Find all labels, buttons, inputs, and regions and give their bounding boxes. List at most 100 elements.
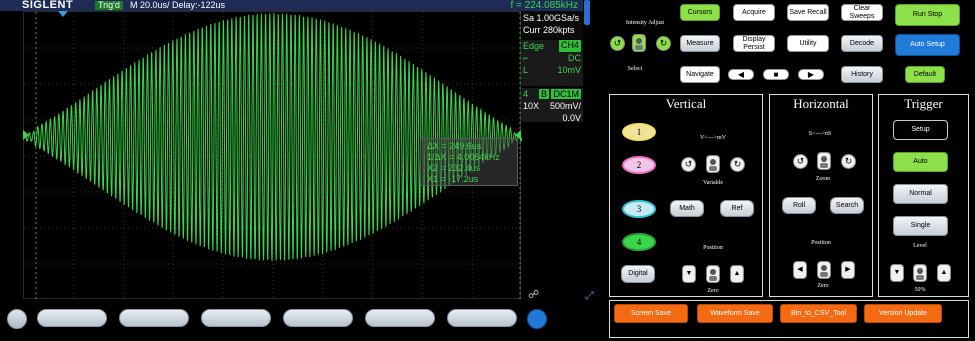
softkey-3[interactable] — [201, 309, 271, 327]
vertical-position-knob[interactable] — [706, 265, 720, 283]
cursors-button[interactable]: Cursors — [680, 4, 720, 21]
trigger-level-percent: 50% — [914, 287, 926, 293]
softkey-4[interactable] — [283, 309, 353, 327]
info-sidebar: Sa 1.00GSa/s Curr 280kpts Edge CH4 ⌐ DC L 1… — [521, 11, 583, 123]
navigate-button[interactable]: Navigate — [680, 66, 720, 83]
vertical-scale-ccw-button[interactable]: ↺ — [681, 157, 696, 172]
horizontal-position-left-button[interactable]: ◀ — [793, 261, 807, 279]
intensity-cw-button[interactable]: ↻ — [656, 36, 671, 51]
vertical-scale-cw-button[interactable]: ↻ — [730, 157, 745, 172]
memory-depth: Curr 280kpts — [523, 25, 575, 35]
vertical-position-down-button[interactable]: ▼ — [682, 265, 696, 283]
channel-4-button[interactable]: 4 — [622, 233, 656, 251]
screen-save-button[interactable]: Screen Save — [614, 304, 688, 323]
softkey-menu-toggle[interactable] — [7, 309, 27, 329]
timebase-readout[interactable]: M 20.0us/ Delay:-122us — [130, 0, 225, 11]
channel-number: 4 — [523, 89, 529, 99]
cursor-x1: X1 = -17.2us — [427, 174, 479, 184]
acquisition-info[interactable]: Sa 1.00GSa/s Curr 280kpts — [521, 11, 583, 39]
horizontal-scale-label: S<--->nS — [808, 131, 832, 137]
waveform-trace — [24, 12, 522, 262]
trigger-level-value: 10mV — [557, 65, 581, 75]
select-label: Select — [627, 66, 643, 72]
softkey-5[interactable] — [365, 309, 435, 327]
trigger-position-marker[interactable] — [58, 11, 68, 17]
horizontal-scale-knob[interactable] — [817, 152, 831, 170]
trigger-info-panel[interactable]: Edge CH4 ⌐ DC L 10mV — [521, 40, 583, 86]
trigger-level-knob[interactable] — [913, 264, 927, 282]
ref-button[interactable]: Ref — [720, 200, 754, 217]
probe-ratio: 10X — [523, 101, 540, 111]
trigger-normal-button[interactable]: Normal — [893, 184, 948, 204]
rising-edge-icon: ⌐ — [523, 53, 529, 63]
channel-offset-marker[interactable] — [23, 130, 29, 140]
coupling-badge: DC1M — [551, 89, 581, 99]
vertical-scale: 500mV/ — [549, 101, 581, 111]
measure-button[interactable]: Measure — [680, 35, 720, 52]
network-icon: ☍ — [528, 289, 540, 301]
vertical-scale-knob[interactable] — [706, 155, 720, 173]
roll-button[interactable]: Roll — [782, 197, 816, 214]
save-recall-button[interactable]: Save Recall — [787, 4, 829, 21]
bin-to-csv-button[interactable]: Bin_to_CSV_Tool — [780, 304, 857, 323]
digital-button[interactable]: Digital — [621, 265, 655, 283]
intensity-knob[interactable] — [632, 34, 646, 52]
navigate-back-button[interactable]: ◀ — [728, 69, 754, 80]
default-button[interactable]: Default — [905, 66, 945, 83]
history-button[interactable]: History — [841, 66, 883, 83]
trigger-source: CH4 — [558, 40, 581, 52]
navigate-stop-button[interactable]: ■ — [763, 69, 789, 80]
trigger-setup-button[interactable]: Setup — [893, 120, 948, 140]
trigger-level-label-ctl: Level — [913, 243, 927, 249]
auto-setup-button[interactable]: Auto Setup — [895, 34, 960, 56]
softkey-2[interactable] — [119, 309, 189, 327]
trigger-level-up-button[interactable]: ▲ — [937, 264, 951, 282]
frequency-counter: f = 224.085kHz — [510, 0, 578, 11]
cursor-delta-x: ΔX = 249.6us — [427, 141, 482, 151]
vertical-offset: 0.0V — [562, 113, 581, 123]
scrollbar[interactable] — [584, 0, 590, 25]
oscilloscope-app: SIGLENT Trig'd M 20.0us/ Delay:-122us f … — [0, 0, 975, 341]
trigger-coupling: DC — [568, 53, 581, 63]
horizontal-position-knob[interactable] — [817, 261, 831, 279]
math-button[interactable]: Math — [670, 200, 704, 217]
softkey-6[interactable] — [447, 309, 517, 327]
vertical-zero-label: Zero — [707, 288, 719, 294]
waveform-save-button[interactable]: Waveform Save — [697, 304, 773, 323]
channel-1-button[interactable]: 1 — [622, 123, 656, 141]
display-persist-button[interactable]: Display Persist — [733, 35, 775, 52]
channel-info-panel[interactable]: 4B DC1M 10X 500mV/ 0.0V — [521, 88, 583, 123]
trigger-type: Edge — [523, 41, 545, 51]
trigger-level-label: L — [523, 65, 529, 75]
cursor-inverse-delta-x: 1/ΔX = 4.0064kHz — [427, 152, 500, 162]
variable-label: Variable — [703, 180, 723, 186]
acquire-button[interactable]: Acquire — [733, 4, 775, 21]
trigger-status-badge[interactable]: Trig'd — [95, 1, 123, 10]
horizontal-zero-label: Zero — [817, 283, 829, 289]
utility-button[interactable]: Utility — [787, 35, 829, 52]
navigate-forward-button[interactable]: ▶ — [798, 69, 824, 80]
channel-3-button[interactable]: 3 — [622, 200, 656, 218]
run-stop-button[interactable]: Run Stop — [895, 4, 960, 26]
version-update-button[interactable]: Version Update — [864, 304, 942, 323]
sample-rate: Sa 1.00GSa/s — [523, 13, 580, 23]
horizontal-position-right-button[interactable]: ▶ — [841, 261, 855, 279]
horizontal-scale-ccw-button[interactable]: ↺ — [793, 154, 808, 169]
softkey-1[interactable] — [37, 309, 107, 327]
trigger-level-down-button[interactable]: ▼ — [890, 264, 904, 282]
trigger-single-button[interactable]: Single — [893, 216, 948, 236]
cursor-measure-box: ΔX = 249.6us 1/ΔX = 4.0064kHz X2 = 232.4… — [420, 138, 518, 186]
trigger-auto-button[interactable]: Auto — [893, 152, 948, 172]
intensity-ccw-button[interactable]: ↺ — [610, 36, 625, 51]
zoom-label: Zoom — [815, 176, 831, 182]
search-button[interactable]: Search — [830, 197, 864, 214]
clear-sweeps-button[interactable]: Clear Sweeps — [841, 4, 883, 21]
vertical-position-up-button[interactable]: ▲ — [730, 265, 744, 283]
trigger-title: Trigger — [904, 96, 943, 111]
softkey-return[interactable] — [527, 309, 547, 329]
vertical-position-label: Position — [703, 245, 723, 251]
horizontal-scale-cw-button[interactable]: ↻ — [841, 154, 856, 169]
decode-button[interactable]: Decode — [841, 35, 883, 52]
channel-2-button[interactable]: 2 — [622, 156, 656, 174]
fullscreen-icon[interactable]: ⤢ — [585, 290, 594, 303]
